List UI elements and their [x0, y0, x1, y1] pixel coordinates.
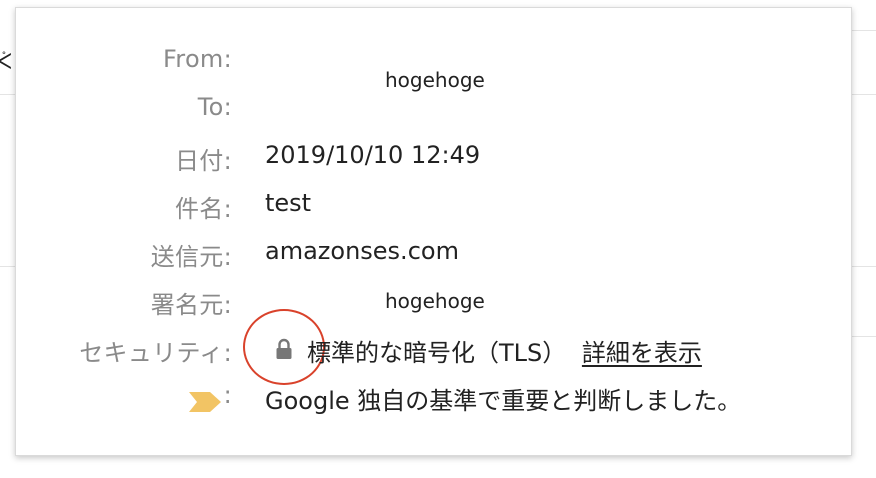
- mailed-by-value: amazonses.com: [265, 237, 459, 265]
- importance-value: Google 独自の基準で重要と判断しました。: [265, 387, 742, 415]
- message-details-popup: From: hogehoge To: 日付: 2019/10/10 12:49 …: [15, 7, 852, 456]
- background-divider: [851, 94, 876, 95]
- from-label: From:: [162, 45, 232, 73]
- security-value: 標準的な暗号化（TLS）: [307, 339, 567, 367]
- background-divider: [851, 336, 876, 337]
- background-text-fragment: ᢵ: [0, 50, 12, 75]
- background-divider: [851, 266, 876, 267]
- background-divider: [0, 94, 15, 95]
- date-label: 日付:: [175, 147, 232, 175]
- background-divider: [0, 266, 15, 267]
- from-value: hogehoge: [385, 68, 485, 92]
- date-value: 2019/10/10 12:49: [265, 141, 481, 169]
- to-label: To:: [197, 93, 232, 121]
- security-value-row: 標準的な暗号化（TLS） 詳細を表示: [307, 333, 702, 368]
- signed-by-label: 署名元:: [150, 291, 232, 319]
- signed-by-value: hogehoge: [385, 289, 485, 313]
- subject-value: test: [265, 189, 312, 217]
- security-details-link[interactable]: 詳細を表示: [582, 339, 702, 367]
- security-label: セキュリティ:: [79, 339, 232, 367]
- subject-label: 件名:: [175, 195, 232, 223]
- background-divider: [851, 30, 876, 31]
- importance-colon: :: [223, 381, 232, 409]
- importance-marker-icon: [189, 392, 221, 412]
- mailed-by-label: 送信元:: [150, 243, 232, 271]
